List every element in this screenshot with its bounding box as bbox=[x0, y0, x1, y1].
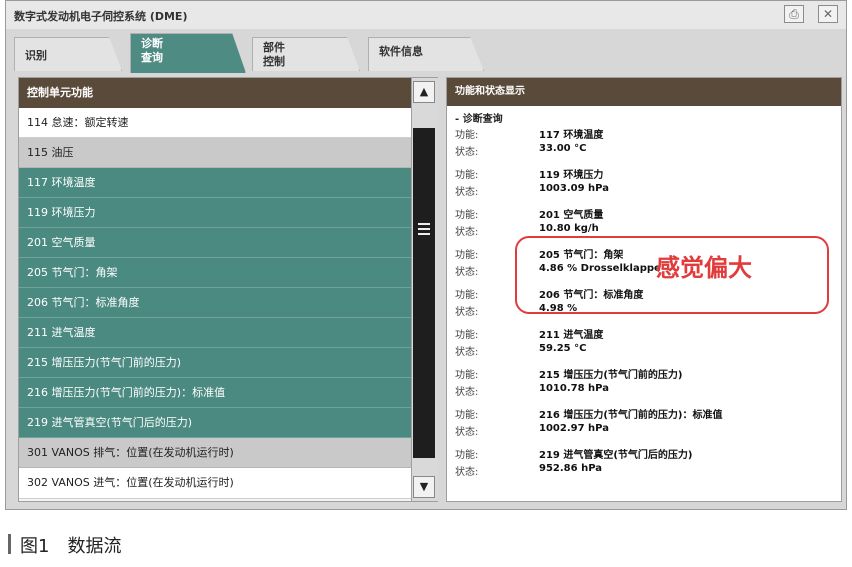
annotation-text: 感觉偏大 bbox=[656, 254, 752, 282]
function-list: 114 怠速：额定转速 115 油压 117 环境温度 119 环境压力 201… bbox=[19, 108, 411, 499]
print-icon[interactable]: ⎙ bbox=[784, 5, 804, 23]
tab-software-info[interactable]: 软件信息 bbox=[368, 37, 484, 71]
tab-diagnosis-query[interactable]: 诊断 查询 bbox=[130, 33, 246, 73]
list-item[interactable]: 211 进气温度 bbox=[19, 318, 411, 348]
status-entry: 功能: 119 环境压力 状态: 1003.09 hPa bbox=[455, 170, 609, 198]
grip-icon bbox=[418, 223, 430, 235]
list-item[interactable]: 215 增压压力(节气门前的压力) bbox=[19, 348, 411, 378]
scroll-down-icon[interactable]: ▼ bbox=[413, 476, 435, 498]
scroll-thumb[interactable] bbox=[413, 128, 435, 458]
list-item[interactable]: 301 VANOS 排气：位置(在发动机运行时) bbox=[19, 438, 411, 468]
list-item[interactable]: 119 环境压力 bbox=[19, 198, 411, 228]
figure-caption: 图1 数据流 bbox=[20, 536, 122, 557]
title-bar: 数字式发动机电子伺控系统 (DME) ⎙ ✕ bbox=[6, 1, 846, 30]
list-item[interactable]: 117 环境温度 bbox=[19, 168, 411, 198]
list-item[interactable]: 302 VANOS 进气：位置(在发动机运行时) bbox=[19, 468, 411, 499]
list-item[interactable]: 206 节气门：标准角度 bbox=[19, 288, 411, 318]
tab-identification[interactable]: 识别 bbox=[14, 37, 122, 71]
list-item[interactable]: 115 油压 bbox=[19, 138, 411, 168]
left-panel-header: 控制单元功能 bbox=[19, 78, 411, 108]
list-item[interactable]: 201 空气质量 bbox=[19, 228, 411, 258]
status-entry: 功能: 211 进气温度 状态: 59.25 °C bbox=[455, 330, 604, 358]
scroll-up-icon[interactable]: ▲ bbox=[413, 81, 435, 103]
tab-bar: 识别 诊断 查询 部件 控制 软件信息 bbox=[6, 29, 846, 73]
window-title: 数字式发动机电子伺控系统 (DME) bbox=[14, 10, 188, 23]
tab-component-control[interactable]: 部件 控制 bbox=[252, 37, 360, 71]
status-entry: 功能: 117 环境温度 状态: 33.00 °C bbox=[455, 130, 604, 158]
list-scrollbar[interactable]: ▲ ▼ bbox=[411, 78, 438, 501]
section-title: - 诊断查询 bbox=[455, 114, 503, 125]
status-entry: 功能: 216 增压压力(节气门前的压力)：标准值 状态: 1002.97 hPa bbox=[455, 410, 723, 438]
list-item[interactable]: 205 节气门：角架 bbox=[19, 258, 411, 288]
status-entry: 功能: 219 进气管真空(节气门后的压力) 状态: 952.86 hPa bbox=[455, 450, 693, 478]
status-entry: 功能: 215 增压压力(节气门前的压力) 状态: 1010.78 hPa bbox=[455, 370, 683, 398]
right-panel-header: 功能和状态显示 bbox=[447, 78, 841, 106]
caption-marker bbox=[8, 534, 11, 554]
list-item[interactable]: 114 怠速：额定转速 bbox=[19, 108, 411, 138]
control-unit-functions-panel: 控制单元功能 114 怠速：额定转速 115 油压 117 环境温度 119 环… bbox=[18, 77, 438, 502]
close-icon[interactable]: ✕ bbox=[818, 5, 838, 23]
list-item[interactable]: 216 增压压力(节气门前的压力)：标准值 bbox=[19, 378, 411, 408]
list-item[interactable]: 219 进气管真空(节气门后的压力) bbox=[19, 408, 411, 438]
